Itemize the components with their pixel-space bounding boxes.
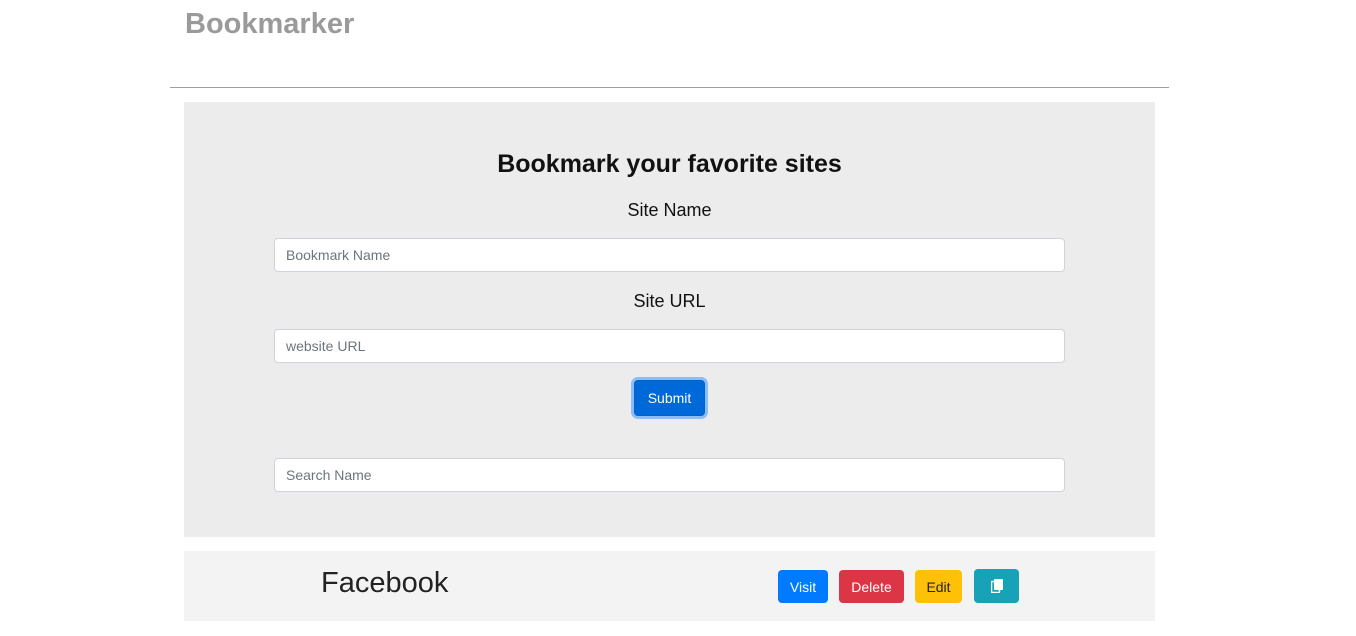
site-url-label: Site URL: [633, 291, 706, 311]
visit-button[interactable]: Visit: [778, 570, 828, 603]
copy-icon: [990, 579, 1003, 593]
header-divider: [170, 87, 1169, 88]
search-input[interactable]: [274, 458, 1065, 492]
edit-button[interactable]: Edit: [915, 570, 962, 603]
bookmark-row: Facebook Visit Delete Edit: [184, 551, 1155, 621]
copy-button[interactable]: [974, 569, 1019, 603]
brand-title: Bookmarker: [185, 8, 355, 40]
submit-button[interactable]: Submit: [634, 380, 705, 416]
bookmark-form-panel: Bookmark your favorite sites Site Name S…: [184, 102, 1155, 537]
delete-button[interactable]: Delete: [839, 570, 904, 603]
bookmark-site-name: Facebook: [321, 567, 449, 599]
site-name-label: Site Name: [627, 200, 712, 220]
form-title: Bookmark your favorite sites: [497, 150, 842, 178]
site-name-input[interactable]: [274, 238, 1065, 272]
site-url-input[interactable]: [274, 329, 1065, 363]
